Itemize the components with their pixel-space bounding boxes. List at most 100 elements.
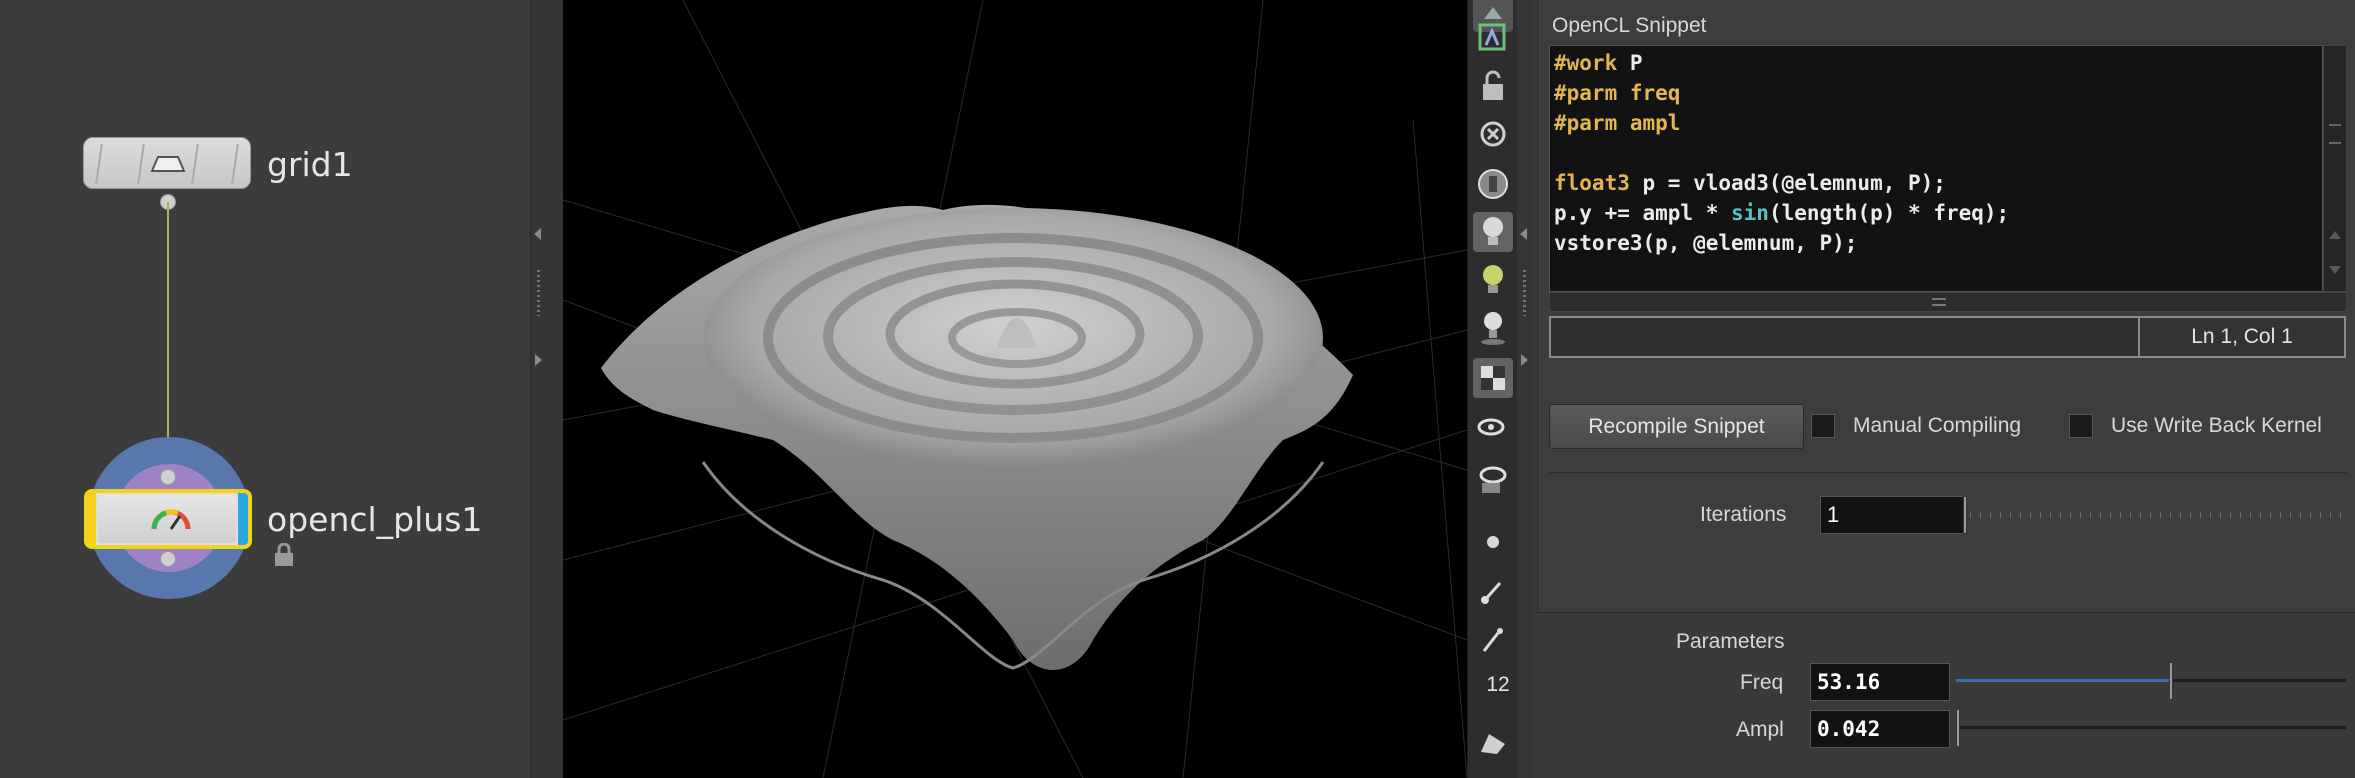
ampl-slider-handle[interactable] — [1956, 709, 1960, 747]
recompile-button[interactable]: Recompile Snippet — [1549, 404, 1804, 449]
wave-surface — [601, 204, 1353, 670]
iterations-slider-handle[interactable] — [1963, 496, 1967, 534]
pin-button[interactable] — [1473, 620, 1513, 660]
code-token: #parm — [1554, 111, 1630, 135]
iterations-label: Iterations — [1700, 503, 1787, 526]
pen-icon — [1481, 734, 1505, 754]
texture-button[interactable] — [1473, 358, 1513, 398]
eye-button[interactable] — [1473, 460, 1513, 500]
scroll-up-icon[interactable] — [2329, 231, 2341, 239]
connection-wire — [167, 202, 169, 477]
headlight-button[interactable] — [1473, 212, 1513, 252]
pen-button[interactable] — [1473, 722, 1513, 762]
code-token: #parm — [1554, 81, 1630, 105]
light-dim-icon — [1483, 265, 1503, 293]
light-stand-icon — [1481, 312, 1505, 345]
manual-compiling-checkbox[interactable] — [1811, 414, 1835, 438]
eyedrop-button[interactable] — [1473, 410, 1513, 450]
scene-viewport[interactable] — [563, 0, 1467, 778]
network-editor[interactable]: grid1 opencl_plus1 — [0, 0, 530, 778]
drag-handle-right[interactable] — [1523, 270, 1526, 316]
number-icon: 12 — [1486, 673, 1510, 696]
lock-camera-button[interactable] — [1473, 66, 1513, 106]
code-token: ampl — [1629, 111, 1681, 135]
write-back-checkbox[interactable] — [2069, 414, 2093, 438]
pane-divider-right[interactable] — [1517, 0, 1533, 778]
pane-divider-left[interactable] — [530, 0, 564, 778]
close-icon — [1480, 121, 1506, 147]
code-token: #work — [1554, 51, 1630, 75]
freq-slider-track[interactable] — [1956, 679, 2346, 682]
ampl-field[interactable]: 0.042 — [1810, 710, 1950, 748]
lock-icon[interactable] — [273, 543, 295, 567]
ampl-label: Ampl — [1736, 718, 1784, 741]
lock-icon — [1483, 70, 1503, 100]
code-line[interactable] — [1554, 138, 2322, 168]
code-scrollbar[interactable] — [2323, 45, 2347, 292]
code-line[interactable]: #parm ampl — [1554, 108, 2322, 138]
expand-right-pane-icon[interactable] — [1521, 354, 1528, 366]
ghost-tool-button[interactable] — [1473, 18, 1513, 58]
input-port[interactable] — [160, 469, 176, 485]
code-line[interactable]: vstore3(p, @elemnum, P); — [1554, 228, 2322, 258]
code-line[interactable]: #work P — [1554, 48, 2322, 78]
collapse-right-icon[interactable] — [1520, 228, 1527, 240]
code-token: sin — [1731, 201, 1769, 225]
texture-icon — [1481, 366, 1505, 390]
parameters-label: Parameters — [1676, 630, 1785, 653]
dot-icon — [1487, 536, 1499, 548]
manual-compiling-label: Manual Compiling — [1853, 414, 2022, 437]
viewport-scene — [563, 0, 1467, 778]
code-token: (length(p) * freq); — [1768, 201, 2010, 225]
resize-grip-icon[interactable] — [1932, 298, 1946, 306]
drag-handle[interactable] — [537, 270, 540, 316]
separator — [1549, 472, 2347, 473]
display-icon — [1478, 169, 1508, 199]
pin-icon — [1482, 628, 1503, 652]
code-editor[interactable]: #work P #parm freq #parm ampl float3 p = vl… — [1549, 45, 2323, 292]
eye-icon — [1479, 466, 1507, 493]
ampl-slider-track[interactable] — [1956, 726, 2346, 729]
code-token: P — [1629, 51, 1643, 75]
freq-slider-fill — [1956, 679, 2171, 682]
eyedrop-icon — [1477, 418, 1505, 436]
code-hscrollbar[interactable] — [1549, 292, 2347, 312]
ghost-icon — [1478, 23, 1506, 51]
iterations-field[interactable]: 1 — [1820, 496, 1964, 534]
freq-label: Freq — [1740, 671, 1784, 694]
code-line[interactable]: p.y += ampl * sin(length(p) * freq); — [1554, 198, 2322, 228]
snippet-label: OpenCL Snippet — [1552, 14, 1707, 37]
node-opencl-plus1[interactable] — [84, 489, 252, 549]
code-token: vstore3(p, @elemnum, P); — [1554, 231, 1858, 255]
code-line[interactable]: float3 p = vload3(@elemnum, P); — [1554, 168, 2322, 198]
write-back-label: Use Write Back Kernel — [2111, 414, 2322, 437]
light-icon — [1483, 217, 1503, 245]
code-token: p.y += ampl * — [1554, 201, 1732, 225]
node-label-opencl-plus1: opencl_plus1 — [267, 500, 483, 539]
grid-node-icon — [150, 156, 186, 172]
freq-field[interactable]: 53.16 — [1810, 663, 1950, 701]
collapse-left-icon[interactable] — [534, 228, 541, 240]
node-grid1[interactable] — [83, 137, 251, 189]
close-display-button[interactable] — [1473, 116, 1513, 156]
light-stand-button[interactable] — [1473, 308, 1513, 348]
code-token: float3 — [1554, 171, 1630, 195]
expand-right-icon[interactable] — [535, 354, 542, 366]
iterations-slider-ticks — [1970, 512, 2345, 518]
number-button[interactable]: 12 — [1473, 668, 1513, 708]
brush-icon — [1481, 582, 1502, 604]
freq-slider-handle[interactable] — [2168, 662, 2173, 700]
gauge-icon — [151, 509, 191, 530]
code-token: freq — [1629, 81, 1681, 105]
code-line[interactable]: #parm freq — [1554, 78, 2322, 108]
display-button[interactable] — [1473, 164, 1513, 204]
light-dim-button[interactable] — [1473, 260, 1513, 300]
output-port-opencl[interactable] — [160, 551, 176, 567]
code-token: p = vload3(@elemnum, P); — [1629, 171, 1946, 195]
dot-button[interactable] — [1473, 522, 1513, 562]
cursor-position: Ln 1, Col 1 — [2138, 316, 2346, 358]
scroll-down-icon[interactable] — [2329, 266, 2341, 274]
brush-button[interactable] — [1473, 572, 1513, 612]
node-label-grid1: grid1 — [267, 145, 353, 184]
viewport-toolbar[interactable]: 12 — [1467, 0, 1518, 778]
